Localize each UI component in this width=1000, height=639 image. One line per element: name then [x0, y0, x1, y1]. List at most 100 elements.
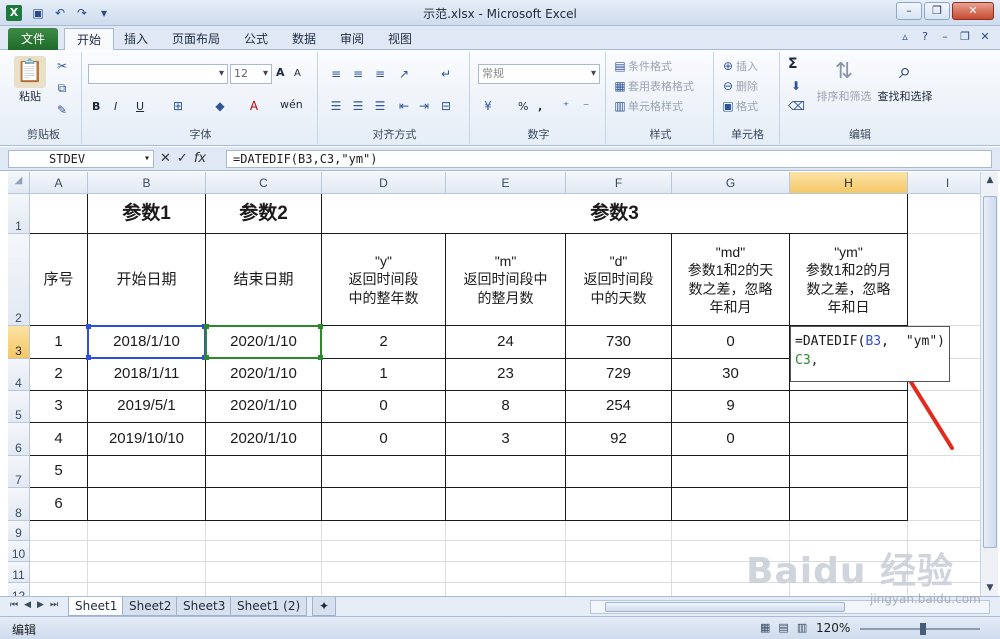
row-header-12[interactable]: 12	[8, 583, 30, 596]
cell-c5[interactable]: 2020/1/10	[206, 391, 322, 423]
cell-c4[interactable]: 2020/1/10	[206, 359, 322, 391]
cell-f10[interactable]	[566, 541, 672, 562]
cell-g8[interactable]	[672, 488, 790, 521]
first-sheet-icon[interactable]: ⏮	[10, 600, 18, 610]
cell-d6[interactable]: 0	[322, 423, 446, 456]
sheet-tab-sheet2[interactable]: Sheet2	[122, 597, 179, 616]
paste-button[interactable]: 📋 粘贴	[10, 56, 50, 104]
percent-button[interactable]: %	[518, 100, 528, 113]
cell-a8[interactable]: 6	[30, 488, 88, 521]
cut-button[interactable]: ✂	[54, 58, 70, 74]
tab-formulas[interactable]: 公式	[236, 28, 276, 50]
header-b2[interactable]: 开始日期	[88, 234, 206, 326]
align-bottom-button[interactable]: ≡	[372, 66, 388, 82]
cell-c6[interactable]: 2020/1/10	[206, 423, 322, 456]
cell-e8[interactable]	[446, 488, 566, 521]
cell-styles-button[interactable]: ▥ 单元格样式	[612, 98, 683, 114]
sheet-tab-sheet1-2[interactable]: Sheet1 (2)	[230, 597, 308, 616]
cell-d11[interactable]	[322, 562, 446, 583]
cell-f9[interactable]	[566, 521, 672, 541]
cell-i8[interactable]	[908, 488, 980, 521]
bold-button[interactable]: B	[92, 100, 100, 113]
header-f2[interactable]: "d" 返回时间段 中的天数	[566, 234, 672, 326]
cell-a3[interactable]: 1	[30, 326, 88, 359]
cell-a12[interactable]	[30, 583, 88, 596]
vertical-scrollbar[interactable]: ▲ ▼	[980, 172, 998, 596]
cell-a6[interactable]: 4	[30, 423, 88, 456]
align-middle-button[interactable]: ≡	[350, 66, 366, 82]
cell-b5[interactable]: 2019/5/1	[88, 391, 206, 423]
tab-data[interactable]: 数据	[284, 28, 324, 50]
phonetic-button[interactable]: wén	[280, 98, 303, 111]
tab-page-layout[interactable]: 页面布局	[166, 28, 226, 50]
column-header-e[interactable]: E	[446, 172, 566, 194]
cell-e5[interactable]: 8	[446, 391, 566, 423]
cell-i7[interactable]	[908, 456, 980, 488]
cell-f12[interactable]	[566, 583, 672, 596]
maximize-button[interactable]: ❐	[924, 2, 950, 20]
align-top-button[interactable]: ≡	[328, 66, 344, 82]
cell-g3[interactable]: 0	[672, 326, 790, 359]
zoom-slider-knob[interactable]	[920, 623, 926, 635]
autosum-button[interactable]: Σ	[788, 56, 798, 72]
cell-d4[interactable]: 1	[322, 359, 446, 391]
header-c2[interactable]: 结束日期	[206, 234, 322, 326]
cell-c3[interactable]: 2020/1/10	[206, 326, 322, 359]
cell-e12[interactable]	[446, 583, 566, 596]
column-header-h[interactable]: H	[790, 172, 908, 194]
cell-d8[interactable]	[322, 488, 446, 521]
cell-a7[interactable]: 5	[30, 456, 88, 488]
cell-f8[interactable]	[566, 488, 672, 521]
header-g2[interactable]: "md" 参数1和2的天 数之差，忽略 年和月	[672, 234, 790, 326]
underline-button[interactable]: U	[136, 100, 144, 113]
fill-color-button[interactable]: ◆	[212, 98, 228, 114]
cell-c10[interactable]	[206, 541, 322, 562]
next-sheet-icon[interactable]: ▶	[37, 600, 44, 610]
cell-g5[interactable]: 9	[672, 391, 790, 423]
grow-font-button[interactable]: A	[276, 66, 285, 79]
font-color-button[interactable]: A	[246, 98, 262, 114]
cell-g6[interactable]: 0	[672, 423, 790, 456]
worksheet-grid[interactable]: ◢ A B C D E F G H I 1 2 3 4 5 6 7 8 9 10 11 12 参数1 参数2 参数3 序号 开始日期…	[8, 172, 980, 596]
align-center-button[interactable]: ☰	[350, 98, 366, 114]
cell-b3[interactable]: 2018/1/10	[88, 326, 206, 359]
row-header-3[interactable]: 3	[8, 326, 30, 359]
cell-d7[interactable]	[322, 456, 446, 488]
last-sheet-icon[interactable]: ⏭	[50, 600, 58, 610]
cell-e10[interactable]	[446, 541, 566, 562]
cell-h3-editing[interactable]: =DATEDIF(B3, C3, "ym")	[790, 326, 950, 382]
scroll-up-icon[interactable]: ▲	[981, 172, 999, 188]
column-header-g[interactable]: G	[672, 172, 790, 194]
cell-c9[interactable]	[206, 521, 322, 541]
column-header-d[interactable]: D	[322, 172, 446, 194]
cell-f5[interactable]: 254	[566, 391, 672, 423]
header-param3[interactable]: 参数3	[322, 194, 908, 234]
cell-g4[interactable]: 30	[672, 359, 790, 391]
cell-f3[interactable]: 730	[566, 326, 672, 359]
cell-b6[interactable]: 2019/10/10	[88, 423, 206, 456]
cell-d3[interactable]: 2	[322, 326, 446, 359]
cell-e9[interactable]	[446, 521, 566, 541]
format-painter-button[interactable]: ✎	[54, 102, 70, 118]
row-header-9[interactable]: 9	[8, 521, 30, 541]
cell-g7[interactable]	[672, 456, 790, 488]
cell-a1[interactable]	[30, 194, 88, 234]
cell-b7[interactable]	[88, 456, 206, 488]
sheet-tab-sheet3[interactable]: Sheet3	[176, 597, 233, 616]
format-cells-button[interactable]: ▣ 格式	[720, 98, 758, 114]
workbook-restore-icon[interactable]: ❐	[958, 30, 972, 44]
copy-button[interactable]: ⧉	[54, 80, 70, 96]
header-h2[interactable]: "ym" 参数1和2的月 数之差，忽略 年和日	[790, 234, 908, 326]
row-header-6[interactable]: 6	[8, 423, 30, 456]
cell-c8[interactable]	[206, 488, 322, 521]
cell-i1[interactable]	[908, 194, 980, 234]
number-format-combo[interactable]: 常规	[478, 64, 600, 84]
cell-c12[interactable]	[206, 583, 322, 596]
scroll-down-icon[interactable]: ▼	[981, 580, 999, 596]
header-e2[interactable]: "m" 返回时间段中 的整月数	[446, 234, 566, 326]
cell-d10[interactable]	[322, 541, 446, 562]
align-left-button[interactable]: ☰	[328, 98, 344, 114]
column-header-c[interactable]: C	[206, 172, 322, 194]
cell-e11[interactable]	[446, 562, 566, 583]
header-a2[interactable]: 序号	[30, 234, 88, 326]
